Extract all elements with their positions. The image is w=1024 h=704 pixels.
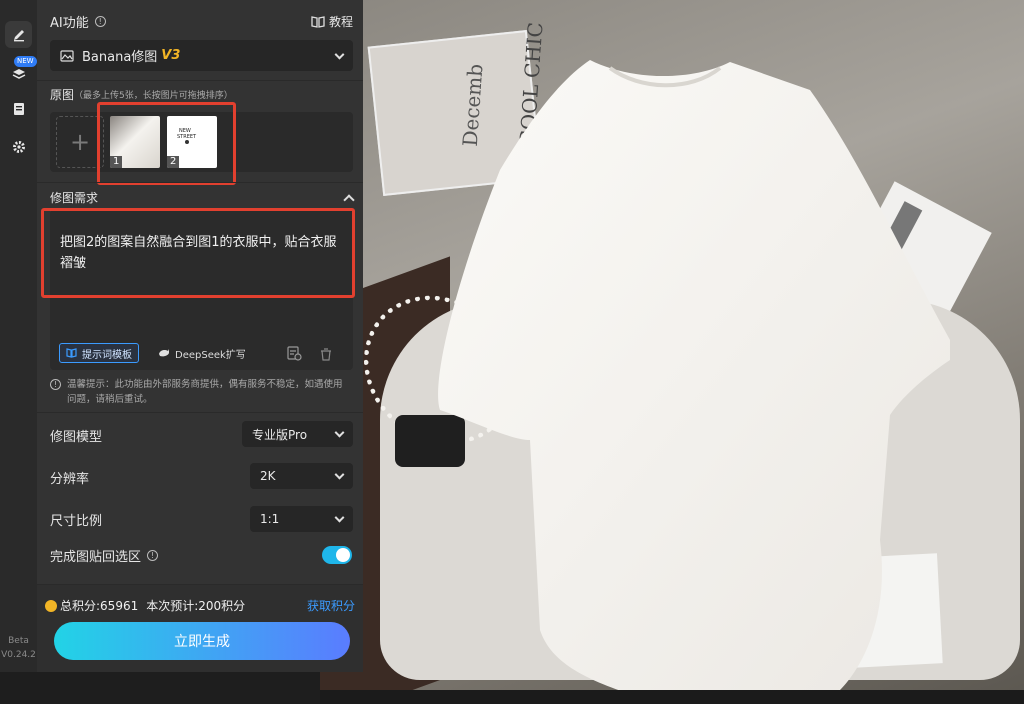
new-badge: NEW bbox=[14, 56, 37, 67]
resolution-label: 分辨率 bbox=[50, 472, 90, 487]
trash-icon[interactable] bbox=[319, 346, 333, 365]
tshirt-image bbox=[438, 60, 950, 700]
total-points: 总积分:65961 bbox=[60, 599, 139, 613]
document-icon[interactable] bbox=[5, 95, 32, 122]
app-root: COOL CHIC Decemb NEW Beta V0.24.2 AI功能 !… bbox=[0, 0, 1024, 704]
version-number: V0.24.2 bbox=[1, 650, 36, 660]
deepseek-chip-label: DeepSeek扩写 bbox=[175, 349, 246, 361]
image-icon bbox=[60, 49, 74, 62]
model-value: 专业版Pro bbox=[252, 427, 308, 442]
ai-panel: AI功能 ! 教程 Banana修图 V3 原图 （最多上传5张，长按图片可拖拽… bbox=[37, 0, 363, 672]
paste-back-label: 完成图贴回选区 bbox=[50, 550, 142, 565]
image-canvas[interactable]: COOL CHIC Decemb bbox=[320, 0, 1024, 704]
generate-button[interactable]: 立即生成 bbox=[54, 622, 350, 660]
highlight-box-prompt bbox=[41, 208, 355, 298]
panel-title: AI功能 bbox=[50, 16, 89, 31]
mode-select-value: Banana修图 bbox=[82, 50, 158, 65]
chevron-down-icon bbox=[334, 469, 345, 480]
ratio-label: 尺寸比例 bbox=[50, 514, 103, 529]
highlight-box-thumbnails bbox=[97, 102, 236, 185]
get-points-link[interactable]: 获取积分 bbox=[307, 597, 355, 614]
canvas-bottom-edge bbox=[320, 690, 1024, 704]
tool-rail: NEW Beta V0.24.2 bbox=[0, 0, 37, 672]
book-icon bbox=[66, 348, 77, 358]
notice-info-icon: ! bbox=[50, 379, 61, 390]
chevron-down-icon bbox=[334, 512, 345, 523]
coin-icon bbox=[45, 599, 57, 612]
divider bbox=[37, 412, 363, 413]
images-label: 原图 bbox=[50, 88, 75, 102]
book-icon bbox=[311, 15, 325, 28]
paste-back-toggle[interactable] bbox=[322, 546, 352, 564]
template-chip[interactable]: 提示词模板 bbox=[59, 343, 139, 363]
tutorial-label: 教程 bbox=[328, 15, 353, 29]
images-hint: （最多上传5张，长按图片可拖拽排序） bbox=[74, 91, 233, 101]
ratio-select[interactable]: 1:1 bbox=[250, 506, 353, 532]
requirements-label: 修图需求 bbox=[50, 191, 99, 205]
estimate-points: 本次预计:200积分 bbox=[146, 599, 246, 613]
images-header: 原图 （最多上传5张，长按图片可拖拽排序） bbox=[50, 86, 353, 103]
resolution-value: 2K bbox=[260, 469, 276, 483]
mode-version: V3 bbox=[161, 48, 181, 63]
divider bbox=[37, 182, 363, 183]
notice-text: 温馨提示：此功能由外部服务商提供，偶有服务不稳定，如遇使用问题，请稍后重试。 bbox=[67, 379, 343, 405]
gear-icon[interactable] bbox=[5, 133, 32, 160]
notice: ! 温馨提示：此功能由外部服务商提供，偶有服务不稳定，如遇使用问题，请稍后重试。 bbox=[50, 377, 350, 407]
whale-icon bbox=[159, 349, 169, 357]
template-chip-label: 提示词模板 bbox=[82, 349, 132, 361]
version-label: Beta bbox=[8, 636, 29, 646]
requirements-header: 修图需求 bbox=[50, 189, 355, 206]
history-icon[interactable] bbox=[286, 345, 302, 365]
chevron-down-icon bbox=[334, 427, 345, 438]
info-icon[interactable]: ! bbox=[94, 16, 106, 27]
chevron-up-icon[interactable] bbox=[343, 193, 355, 206]
ratio-value: 1:1 bbox=[260, 512, 280, 526]
panel-header: AI功能 ! 教程 bbox=[50, 12, 353, 31]
paste-back-row: 完成图贴回选区 ! bbox=[50, 546, 353, 565]
model-select[interactable]: 专业版Pro bbox=[242, 421, 353, 447]
resolution-select[interactable]: 2K bbox=[250, 463, 353, 489]
divider bbox=[37, 80, 363, 81]
chevron-down-icon bbox=[334, 49, 345, 60]
points-row: 总积分:65961 本次预计:200积分 bbox=[45, 597, 245, 614]
toggle-knob bbox=[336, 548, 350, 562]
info-icon[interactable]: ! bbox=[147, 550, 159, 561]
model-label: 修图模型 bbox=[50, 430, 103, 445]
pen-icon[interactable] bbox=[5, 21, 32, 48]
tutorial-link[interactable]: 教程 bbox=[311, 13, 353, 30]
mode-select[interactable]: Banana修图 V3 bbox=[50, 40, 353, 71]
deepseek-chip[interactable]: DeepSeek扩写 bbox=[152, 343, 252, 363]
